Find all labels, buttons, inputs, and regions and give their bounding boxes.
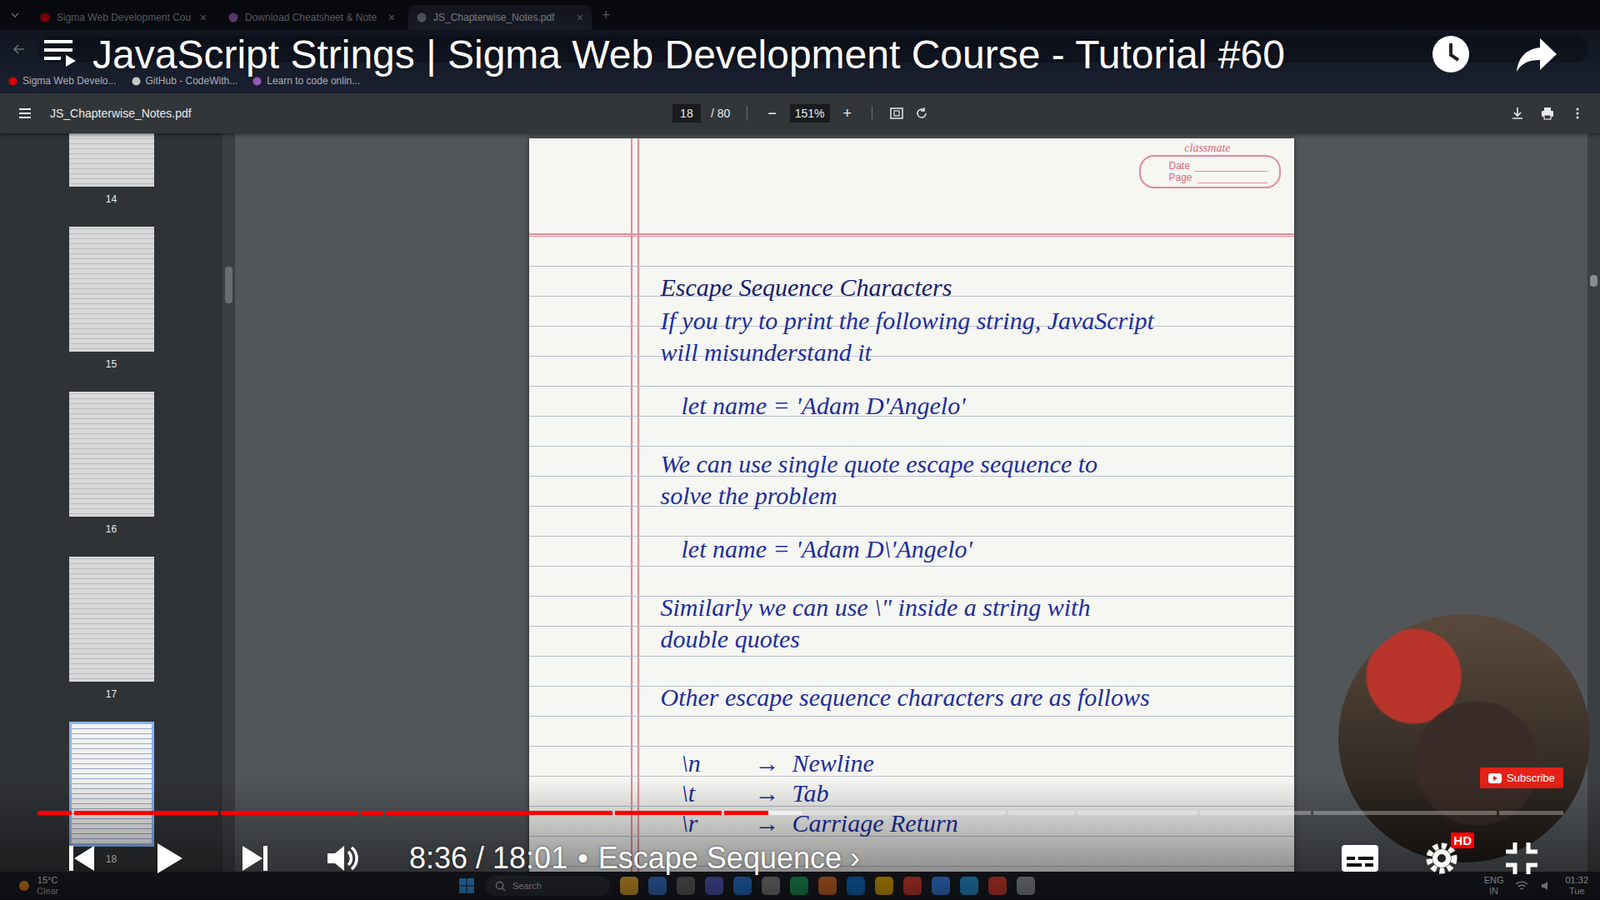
share-icon[interactable] (1515, 35, 1559, 74)
thumbnail-label: 17 (105, 688, 117, 700)
file-name: JS_Chapterwise_Notes.pdf (50, 106, 192, 120)
thumbnail-label: 14 (105, 193, 117, 205)
sidebar-scrollbar[interactable] (222, 133, 235, 872)
fit-page-icon[interactable] (889, 105, 905, 121)
date-page-box: DatePage (1139, 155, 1281, 189)
play-icon[interactable] (149, 839, 188, 878)
divider (871, 105, 873, 121)
pdf-toolbar: JS_Chapterwise_Notes.pdf 18 / 80 −151% + (0, 93, 1600, 134)
more-icon[interactable] (1570, 105, 1585, 121)
brand: classmate (1184, 141, 1230, 155)
playlist-icon[interactable] (40, 35, 81, 69)
screen: Sigma Web Development Cou×Download Cheat… (0, 0, 1600, 900)
thumbnail-page (69, 391, 155, 517)
thumbnail-sidebar: 1415161718 (0, 133, 223, 872)
chapter-segment[interactable] (1077, 810, 1198, 815)
previous-icon[interactable] (62, 839, 101, 878)
chapter-segment[interactable] (1499, 810, 1564, 815)
player-top-bar: JavaScript Strings | Sigma Web Developme… (0, 0, 1600, 109)
next-icon[interactable] (235, 839, 275, 878)
chapter-segment[interactable] (385, 810, 613, 815)
rotate-icon[interactable] (914, 105, 930, 121)
exit-fullscreen-icon[interactable] (1502, 839, 1541, 878)
note-line: We can use single quote escape sequence … (660, 450, 1261, 479)
notebook-page: classmateDatePageEscape Sequence Charact… (529, 138, 1295, 872)
divider (746, 105, 748, 121)
menu-icon[interactable] (16, 105, 34, 122)
print-icon[interactable] (1540, 105, 1555, 121)
time-display: 8:36 / 18:01 (409, 840, 568, 876)
note-line: Similarly we can use \" inside a string … (660, 593, 1261, 622)
page-input[interactable]: 18 (672, 104, 701, 123)
chapter-segment[interactable] (1200, 810, 1311, 815)
thumbnail-label: 16 (105, 523, 117, 535)
zoom-in-button[interactable]: + (840, 105, 856, 123)
page-header: classmateDatePage (529, 138, 1295, 234)
note-line: let name = 'Adam D'Angelo' (660, 391, 1261, 420)
note-line: Escape Sequence Characters (660, 273, 1261, 302)
thumbnail[interactable]: 17 (69, 556, 155, 700)
viewer-scrollbar[interactable] (1587, 133, 1600, 872)
download-icon[interactable] (1510, 105, 1525, 121)
scroll-thumb[interactable] (225, 266, 233, 304)
note-line: let name = 'Adam D\'Angelo' (660, 535, 1261, 564)
page-text: Escape Sequence Characters If you try to … (529, 236, 1295, 872)
volume-icon[interactable] (322, 839, 361, 878)
chapter-segment[interactable] (724, 810, 1006, 815)
separator: • (577, 840, 589, 876)
thumbnail[interactable]: 15 (69, 226, 155, 370)
zoom-out-button[interactable]: − (764, 105, 780, 123)
note-line: Other escape sequence characters are as … (660, 683, 1261, 712)
player-controls: 8:36 / 18:01•Escape Sequence › HD (0, 777, 1600, 900)
date-label: Date (1169, 160, 1190, 172)
thumbnail-page (69, 556, 155, 682)
scroll-thumb[interactable] (1590, 275, 1598, 287)
chapter-segment[interactable] (360, 810, 384, 815)
page-total: / 80 (710, 106, 730, 120)
subtitles-icon[interactable] (1339, 841, 1381, 875)
page-stamp: classmateDatePage (1139, 141, 1281, 234)
thumbnail-page (69, 133, 155, 187)
note-line: If you try to print the following string… (660, 306, 1261, 335)
note-line: double quotes (660, 625, 1261, 654)
chapter-segment[interactable] (220, 810, 359, 815)
chapter-title[interactable]: Escape Sequence › (598, 840, 860, 876)
video-title[interactable]: JavaScript Strings | Sigma Web Developme… (92, 33, 1285, 77)
chapter-segment[interactable] (37, 810, 72, 815)
chapter-segment[interactable] (615, 810, 722, 815)
zoom-input[interactable]: 151% (790, 104, 830, 123)
note-line: solve the problem (660, 481, 1261, 510)
thumbnail-page (69, 226, 155, 352)
note-line: will misunderstand it (660, 338, 1261, 367)
thumbnail-label: 15 (105, 358, 117, 370)
chapter-segment[interactable] (1008, 810, 1076, 815)
progress-bar[interactable] (37, 810, 1564, 815)
chapter-segment[interactable] (74, 810, 219, 815)
thumbnail[interactable]: 14 (69, 133, 155, 205)
watch-later-icon[interactable] (1430, 33, 1472, 75)
escape-item: \n→Newline (681, 748, 1261, 779)
settings-button[interactable]: HD (1422, 839, 1461, 878)
thumbnail[interactable]: 16 (69, 391, 155, 535)
page-label: Page (1169, 171, 1193, 184)
quality-badge: HD (1450, 832, 1475, 849)
chapter-segment[interactable] (1313, 810, 1496, 815)
